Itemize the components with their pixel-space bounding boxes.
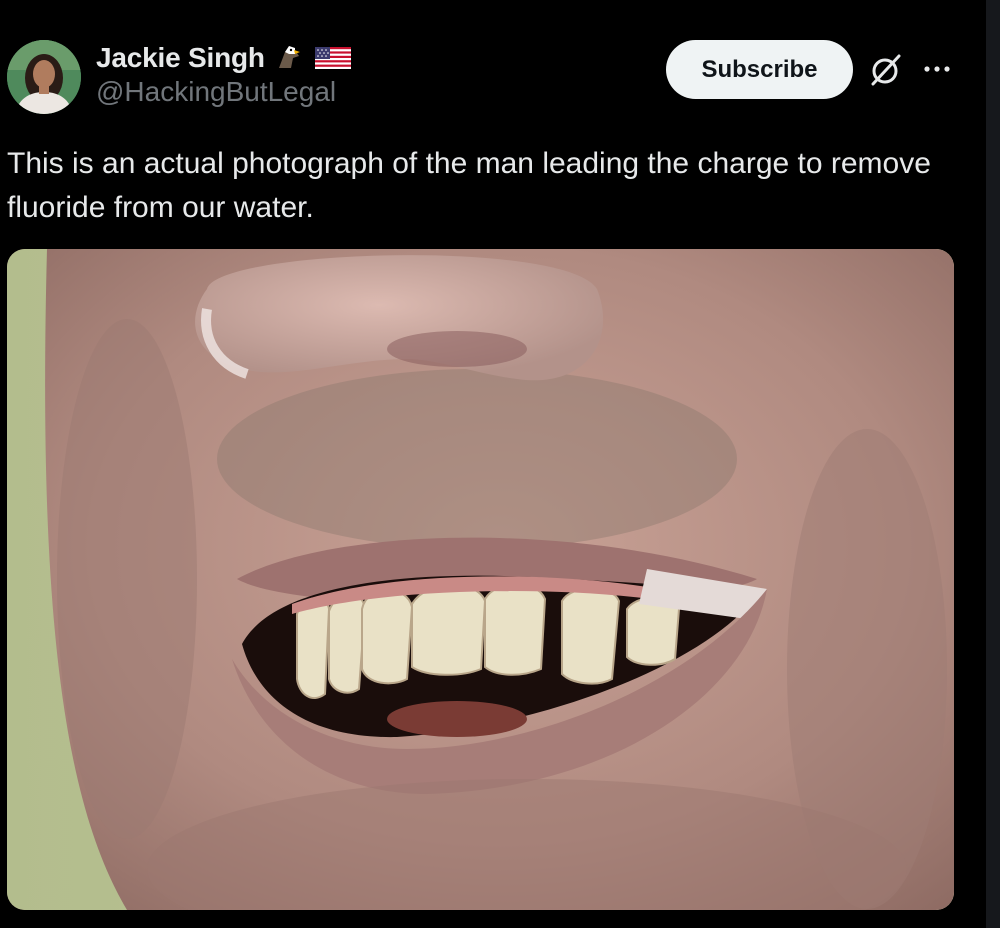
post-photo[interactable]	[7, 249, 954, 910]
display-name[interactable]: Jackie Singh	[96, 42, 265, 74]
us-flag-icon	[314, 42, 351, 74]
scrollbar-track[interactable]	[986, 0, 1000, 928]
avatar-image	[7, 40, 81, 114]
subscribe-button[interactable]: Subscribe	[666, 40, 853, 99]
tweet-page: Jackie Singh @HackingButLegal Subscribe …	[0, 0, 1000, 928]
post-text: This is an actual photograph of the man …	[7, 147, 931, 224]
photo-mouth-closeup	[7, 249, 954, 910]
grok-icon[interactable]	[868, 52, 904, 88]
eagle-icon	[273, 42, 305, 74]
author-handle[interactable]: @HackingButLegal	[96, 76, 336, 108]
more-icon[interactable]	[920, 56, 954, 82]
avatar[interactable]	[7, 40, 81, 114]
author-name-row[interactable]: Jackie Singh	[96, 38, 351, 78]
